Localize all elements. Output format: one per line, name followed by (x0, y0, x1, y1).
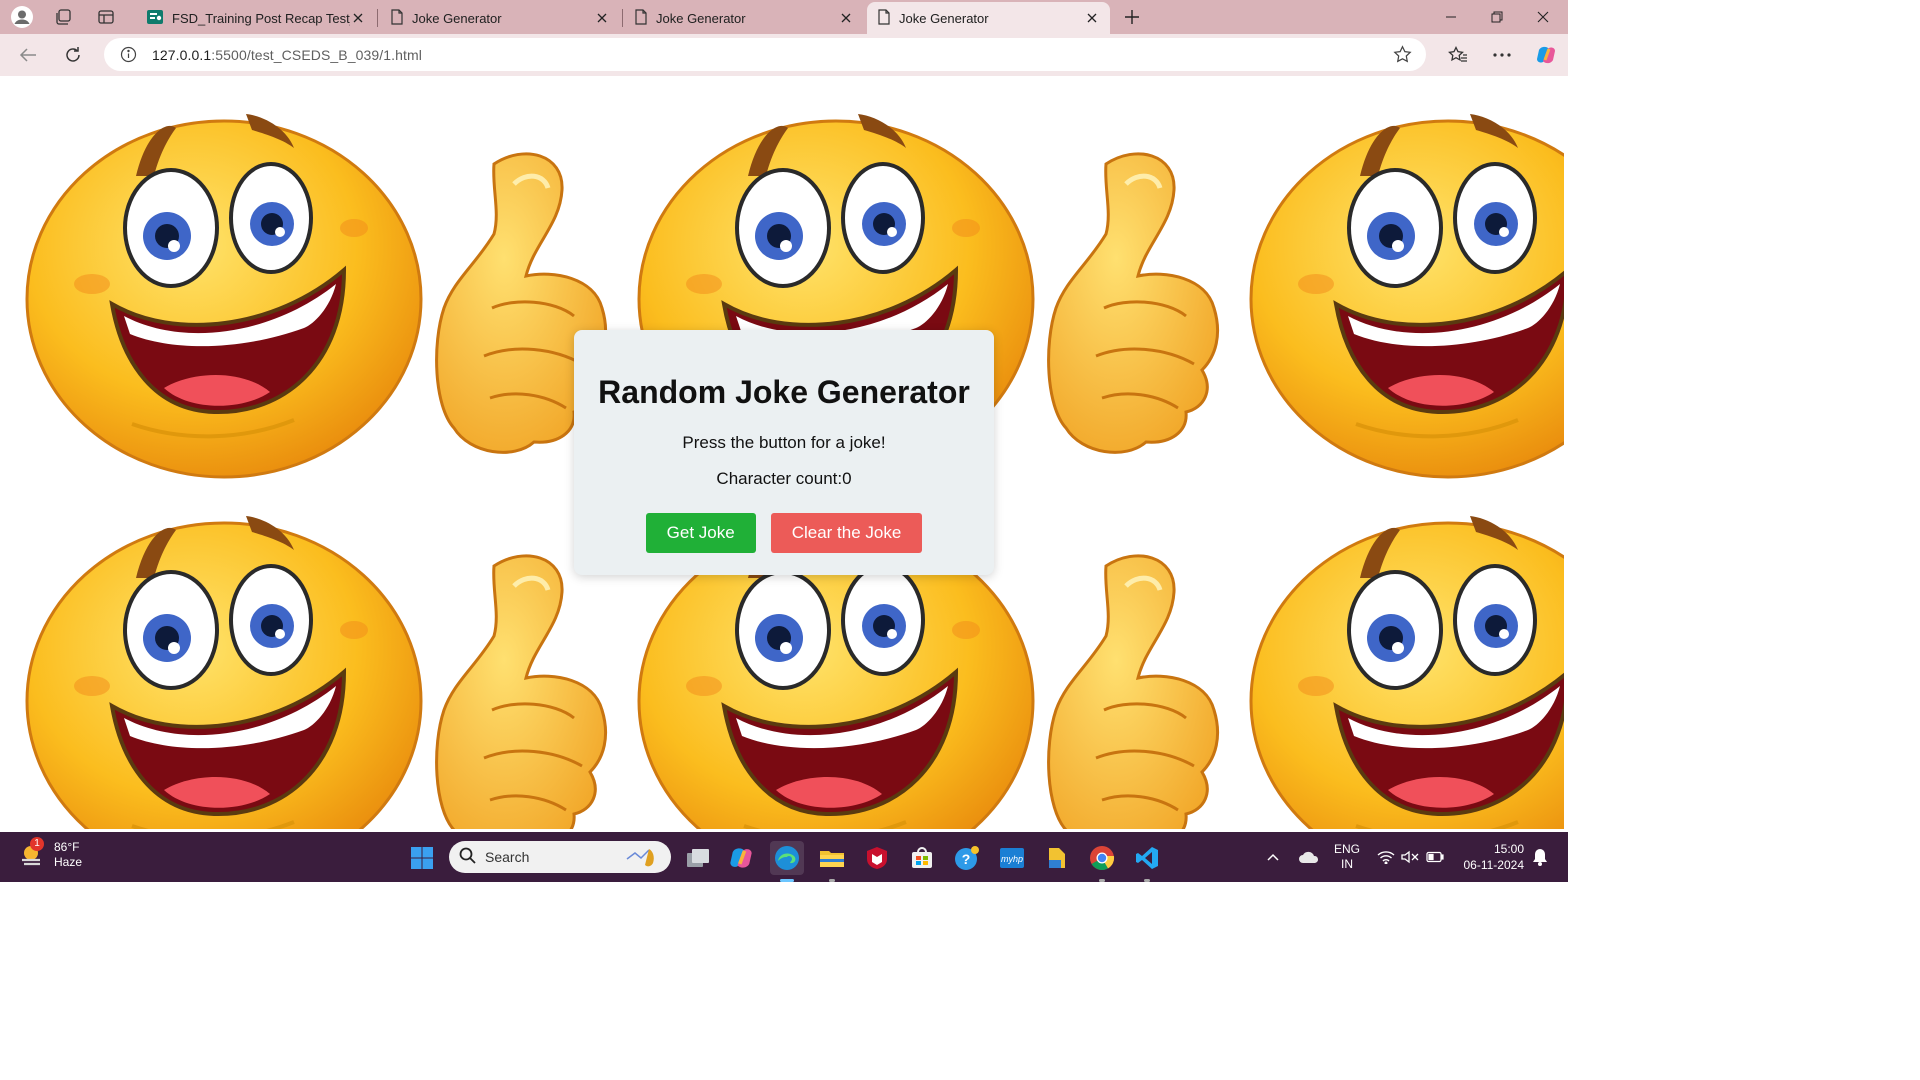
battery-icon[interactable] (1426, 832, 1444, 882)
search-highlight-icon (623, 845, 663, 872)
address-bar[interactable]: 127.0.0.1:5500/test_CSEDS_B_039/1.html (104, 38, 1426, 71)
myhp-icon[interactable]: myhp (995, 841, 1029, 875)
browser-tab-strip: FSD_Training Post Recap Test_1 || Joke G… (0, 0, 1568, 34)
smiley-background-image (1238, 496, 1564, 829)
browser-toolbar: 127.0.0.1:5500/test_CSEDS_B_039/1.html (0, 34, 1568, 76)
tab-fsd-training[interactable]: FSD_Training Post Recap Test_1 || (136, 2, 376, 34)
language-indicator[interactable]: ENG IN (1334, 832, 1360, 882)
character-count: Character count:0 (716, 469, 852, 488)
mcafee-icon[interactable] (860, 841, 894, 875)
button-row: Get Joke Clear the Joke (574, 513, 994, 553)
search-icon (459, 847, 476, 867)
page-title: Random Joke Generator (598, 374, 970, 410)
get-joke-button[interactable]: Get Joke (645, 513, 756, 553)
search-placeholder: Search (485, 849, 530, 865)
tab-title: Joke Generator (412, 10, 502, 26)
svg-text:?: ? (962, 851, 971, 867)
page-icon (634, 8, 648, 28)
clear-joke-button[interactable]: Clear the Joke (770, 513, 923, 553)
edge-icon[interactable] (770, 841, 804, 882)
joke-card: Random Joke Generator Press the button f… (574, 330, 994, 575)
workspaces-icon[interactable] (49, 4, 77, 30)
microsoft-store-icon[interactable] (905, 841, 939, 875)
lang-line1: ENG (1334, 842, 1361, 856)
notes-icon[interactable] (1040, 841, 1074, 875)
url-host: 127.0.0.1 (152, 46, 212, 63)
lang-line2: IN (1341, 857, 1353, 871)
show-hidden-icons-chevron-icon[interactable] (1266, 832, 1280, 882)
refresh-icon[interactable] (57, 40, 89, 70)
weather-badge: 1 (30, 837, 44, 851)
close-icon[interactable] (838, 10, 854, 26)
taskbar-search-box[interactable]: Search (449, 841, 671, 873)
joke-text: Press the button for a joke! (682, 433, 886, 452)
windows-taskbar: 1 86°F Haze Search ? myhp ENG IN 15:00 0… (0, 832, 1568, 882)
weather-haze-icon: 1 (18, 837, 46, 869)
tab-joke-generator-1[interactable]: Joke Generator (380, 2, 620, 34)
close-icon[interactable] (594, 10, 610, 26)
svg-text:myhp: myhp (1001, 854, 1023, 864)
chrome-icon[interactable] (1085, 841, 1119, 882)
tab-separator (377, 9, 378, 27)
close-icon[interactable] (350, 10, 366, 26)
file-explorer-icon[interactable] (815, 841, 849, 882)
copilot-app-icon[interactable] (724, 841, 758, 875)
weather-widget[interactable]: 1 86°F Haze (18, 837, 82, 870)
minimize-icon[interactable] (1428, 0, 1474, 34)
back-icon[interactable] (12, 40, 44, 70)
url-path: :5500/test_CSEDS_B_039/1.html (211, 46, 422, 63)
copilot-icon[interactable] (1530, 40, 1562, 70)
windows-start-icon[interactable] (405, 841, 439, 875)
help-icon[interactable]: ? (950, 841, 984, 875)
restore-icon[interactable] (1474, 0, 1520, 34)
info-icon[interactable] (120, 46, 137, 68)
wifi-icon[interactable] (1377, 832, 1395, 882)
favorite-star-icon[interactable] (1393, 45, 1412, 69)
onedrive-icon[interactable] (1298, 832, 1320, 882)
favorites-icon[interactable] (1442, 40, 1474, 70)
weather-temp: 86°F (54, 840, 80, 854)
close-window-icon[interactable] (1520, 0, 1566, 34)
tab-title: FSD_Training Post Recap Test_1 || (172, 10, 350, 26)
smiley-background-image (14, 94, 626, 496)
vertical-tabs-icon[interactable] (92, 4, 120, 30)
clock[interactable]: 15:00 06-11-2024 (1458, 832, 1525, 882)
more-options-icon[interactable] (1486, 40, 1518, 70)
task-view-icon[interactable] (681, 841, 715, 875)
clock-time: 15:00 (1493, 842, 1524, 856)
weather-text: 86°F Haze (54, 840, 82, 870)
close-icon[interactable] (1084, 10, 1100, 26)
volume-muted-icon[interactable] (1401, 832, 1419, 882)
tab-separator (622, 9, 623, 27)
tab-title: Joke Generator (656, 10, 746, 26)
weather-desc: Haze (54, 855, 83, 869)
smiley-background-image (14, 496, 626, 829)
page-viewport: Random Joke Generator Press the button f… (4, 76, 1564, 829)
vscode-icon[interactable] (1130, 841, 1164, 882)
page-icon (877, 8, 891, 28)
profile-icon[interactable] (8, 4, 36, 30)
notification-bell-icon[interactable] (1532, 832, 1548, 882)
url-text: 127.0.0.1:5500/test_CSEDS_B_039/1.html (152, 47, 422, 63)
tab-title: Joke Generator (899, 10, 989, 26)
page-icon (390, 8, 404, 28)
tab-joke-generator-2[interactable]: Joke Generator (624, 2, 864, 34)
clock-date: 06-11-2024 (1463, 858, 1525, 872)
smiley-background-image (1238, 94, 1564, 496)
tab-joke-generator-active[interactable]: Joke Generator (867, 2, 1110, 34)
forms-icon (146, 8, 164, 29)
new-tab-button[interactable] (1118, 4, 1146, 30)
